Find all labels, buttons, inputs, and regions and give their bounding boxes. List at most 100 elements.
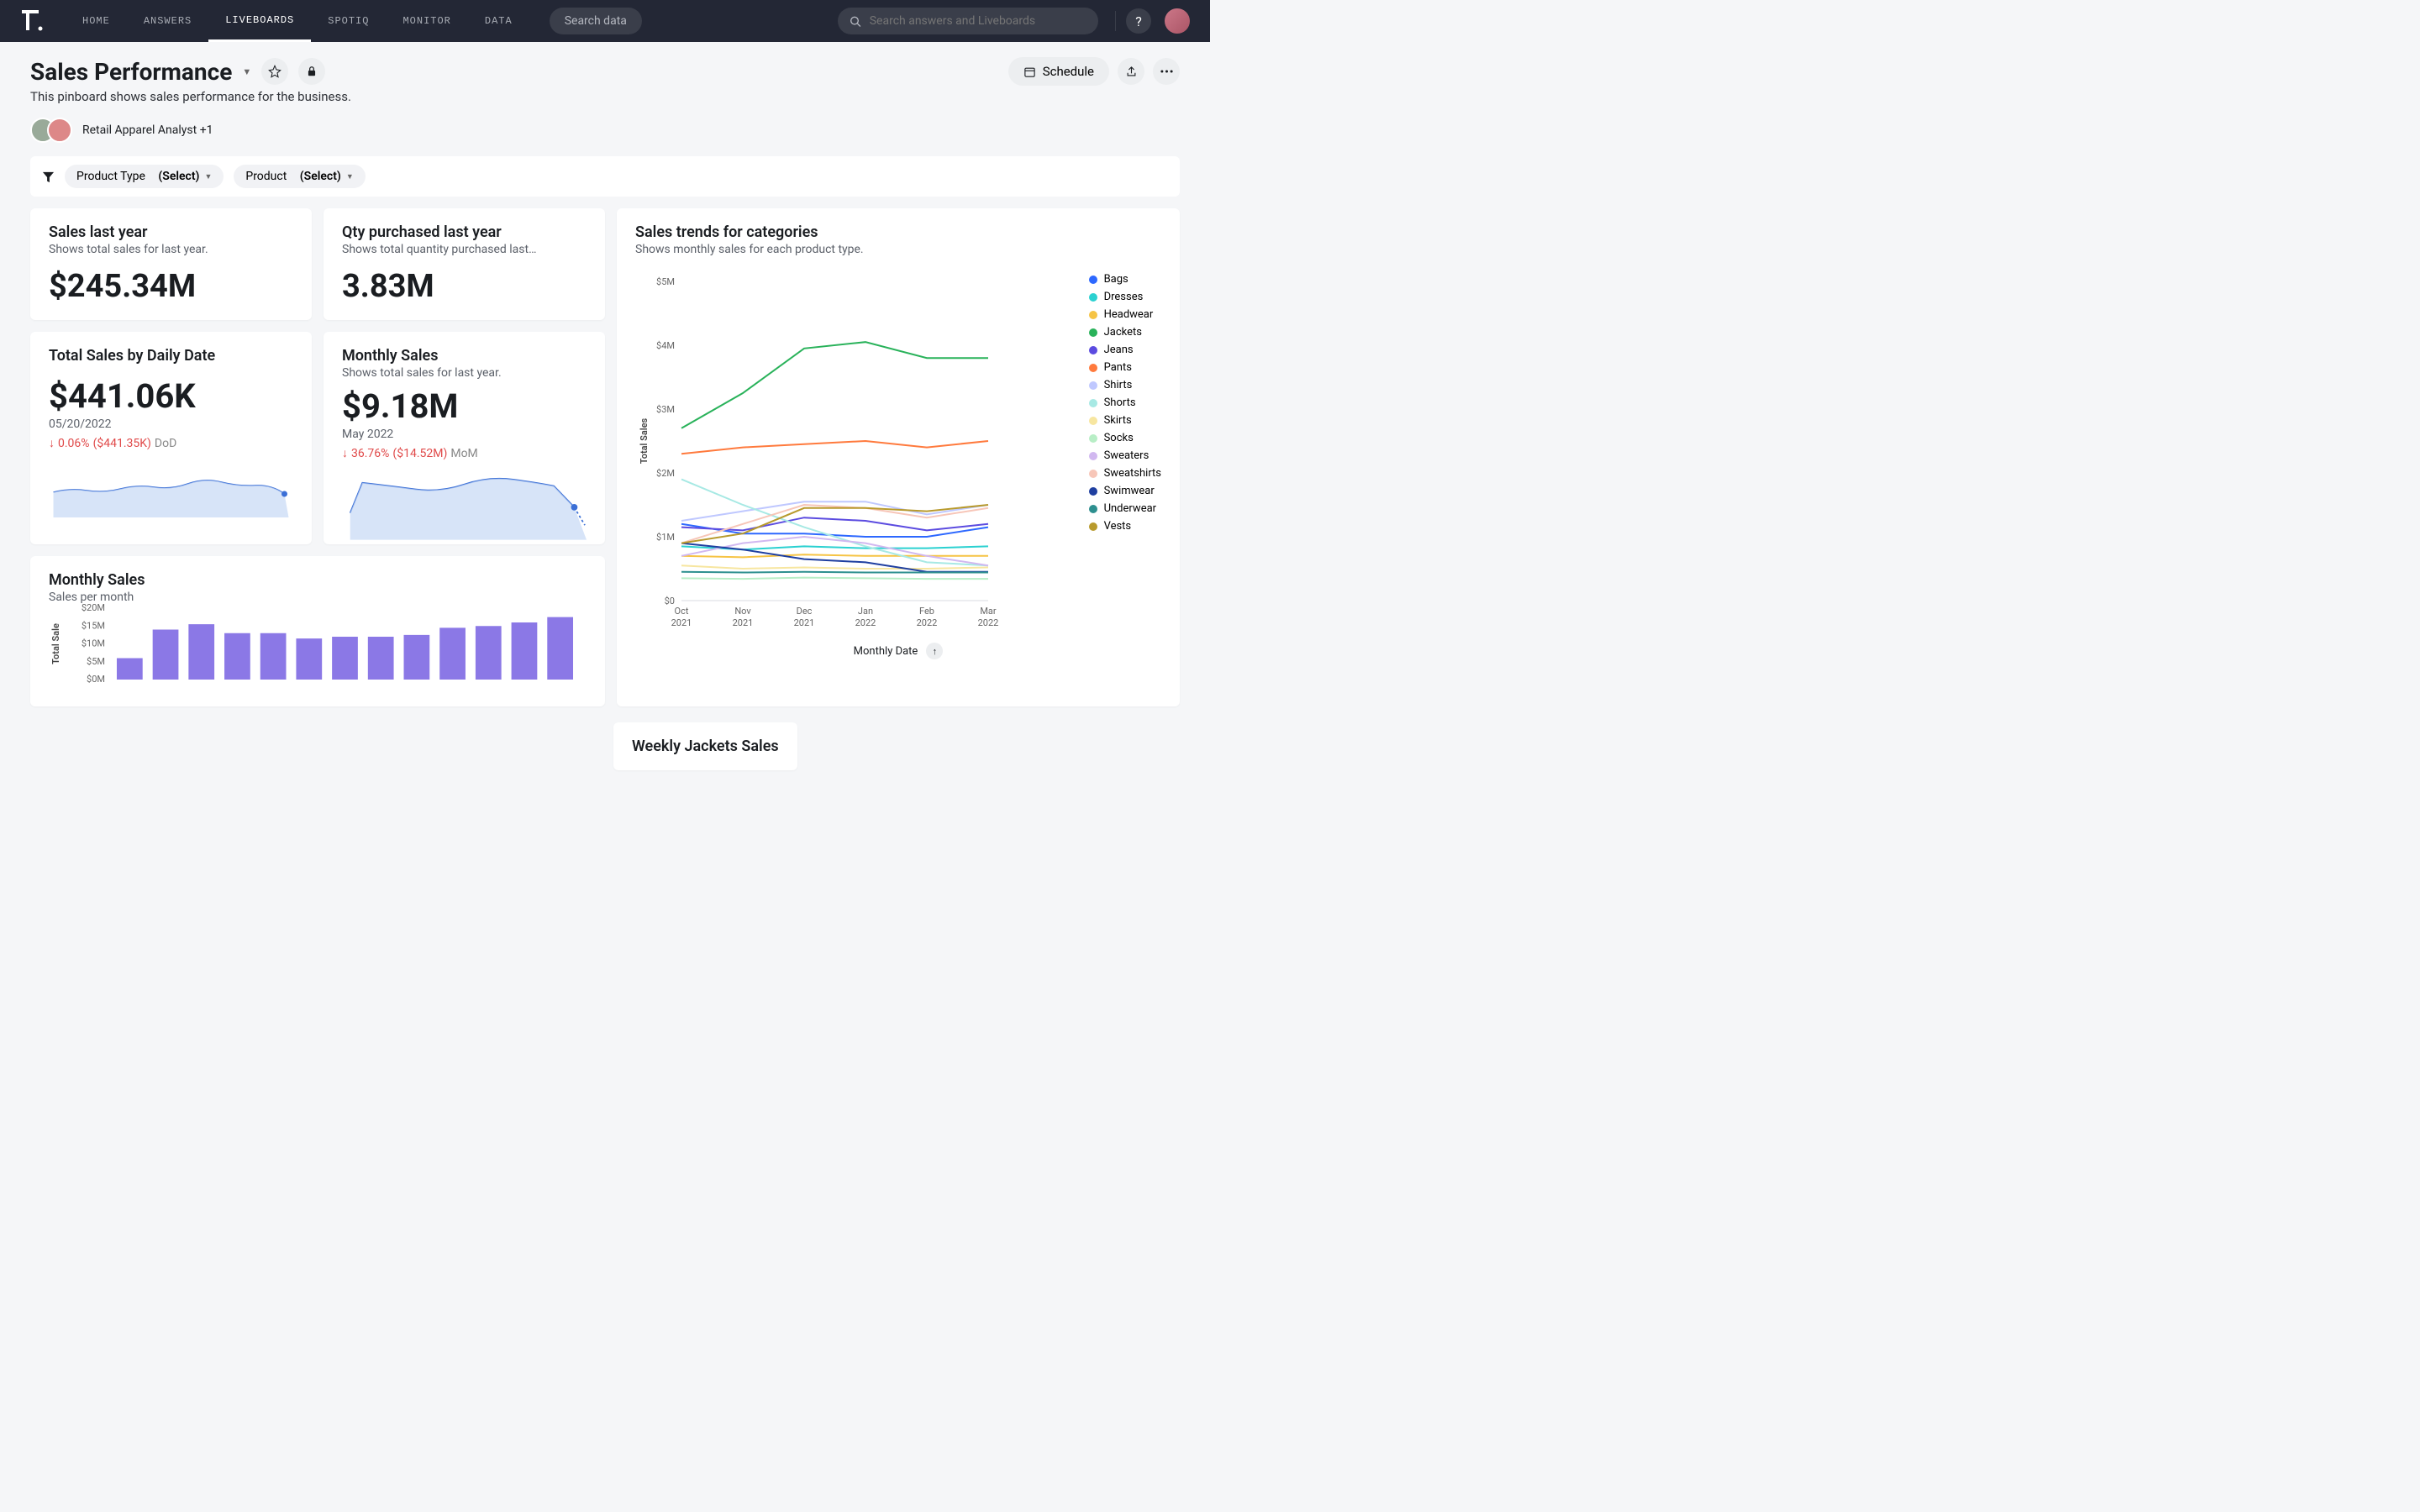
delta-percent: 36.76%: [351, 447, 389, 460]
card-title: Monthly Sales: [49, 571, 587, 589]
legend-label: Swimwear: [1104, 485, 1155, 497]
nav-monitor[interactable]: MONITOR: [386, 0, 467, 42]
avatar[interactable]: [47, 118, 72, 143]
card-subtitle: Shows monthly sales for each product typ…: [635, 243, 1161, 256]
schedule-label: Schedule: [1043, 64, 1094, 79]
svg-text:$10M: $10M: [82, 638, 105, 649]
card-subtitle: Shows total sales for last year.: [49, 243, 293, 256]
filter-name: Product Type: [76, 170, 145, 183]
legend-item[interactable]: Underwear: [1089, 502, 1161, 515]
help-button[interactable]: ?: [1126, 8, 1151, 34]
svg-text:2021: 2021: [733, 617, 754, 628]
legend-label: Sweaters: [1104, 449, 1150, 462]
legend-item[interactable]: Headwear: [1089, 308, 1161, 321]
svg-text:$15M: $15M: [82, 620, 105, 631]
legend-item[interactable]: Shirts: [1089, 379, 1161, 391]
filter-product[interactable]: Product (Select) ▼: [234, 165, 365, 188]
card-total-sales-daily[interactable]: Total Sales by Daily Date $441.06K 05/20…: [30, 332, 312, 544]
nav-liveboards[interactable]: LIVEBOARDS: [208, 0, 311, 42]
filter-value: (Select): [300, 170, 341, 183]
sparkline: [49, 459, 293, 517]
svg-text:2021: 2021: [671, 617, 692, 628]
sharer-avatars: [30, 118, 72, 143]
chevron-down-icon: ▼: [204, 172, 212, 181]
legend-item[interactable]: Jeans: [1089, 344, 1161, 356]
svg-text:Total Sales: Total Sales: [639, 417, 650, 464]
nav-answers[interactable]: ANSWERS: [127, 0, 208, 42]
kpi-date: 05/20/2022: [49, 417, 293, 431]
legend-item[interactable]: Swimwear: [1089, 485, 1161, 497]
delta-period: MoM: [450, 447, 477, 460]
card-sales-last-year[interactable]: Sales last year Shows total sales for la…: [30, 208, 312, 320]
legend-label: Pants: [1104, 361, 1132, 374]
lock-button[interactable]: [298, 58, 325, 85]
legend-item[interactable]: Sweaters: [1089, 449, 1161, 462]
nav-spotiq[interactable]: SPOTIQ: [311, 0, 386, 42]
legend-item[interactable]: Pants: [1089, 361, 1161, 374]
global-search-input[interactable]: [870, 14, 1086, 28]
legend-label: Underwear: [1104, 502, 1157, 515]
card-title: Weekly Jackets Sales: [632, 738, 779, 755]
card-subtitle: Shows total quantity purchased last…: [342, 243, 587, 256]
more-button[interactable]: [1153, 58, 1180, 85]
schedule-button[interactable]: Schedule: [1008, 57, 1109, 86]
svg-text:$5M: $5M: [656, 276, 675, 287]
legend-label: Jackets: [1104, 326, 1142, 339]
legend-item[interactable]: Shorts: [1089, 396, 1161, 409]
svg-text:$4M: $4M: [656, 340, 675, 351]
global-search[interactable]: [838, 8, 1098, 34]
arrow-up-icon: ↑: [933, 646, 938, 657]
svg-text:2022: 2022: [978, 617, 999, 628]
card-title: Sales last year: [49, 223, 293, 241]
legend-item[interactable]: Skirts: [1089, 414, 1161, 427]
svg-text:$20M: $20M: [82, 604, 105, 613]
delta-amount: ($441.35K): [93, 437, 151, 450]
card-sales-trends[interactable]: Sales trends for categories Shows monthl…: [617, 208, 1180, 706]
page-header: Sales Performance ▼ Schedule This pinboa…: [0, 42, 1210, 143]
nav-home[interactable]: HOME: [66, 0, 127, 42]
legend-label: Socks: [1104, 432, 1134, 444]
legend-label: Shorts: [1104, 396, 1136, 409]
x-axis-label: Monthly Date: [854, 645, 918, 658]
card-qty-last-year[interactable]: Qty purchased last year Shows total quan…: [324, 208, 605, 320]
title-dropdown-icon[interactable]: ▼: [242, 66, 251, 77]
kpi-value: $441.06K: [49, 376, 293, 416]
svg-text:Feb: Feb: [919, 606, 934, 617]
svg-text:$3M: $3M: [656, 404, 675, 415]
card-title: Monthly Sales: [342, 347, 587, 365]
filter-product-type[interactable]: Product Type (Select) ▼: [65, 165, 224, 188]
legend-item[interactable]: Vests: [1089, 520, 1161, 533]
search-data-button[interactable]: Search data: [550, 8, 642, 34]
svg-text:Dec: Dec: [797, 606, 813, 617]
search-icon: [850, 15, 861, 28]
svg-text:Mar: Mar: [980, 606, 997, 617]
kpi-value: $9.18M: [342, 386, 587, 426]
trends-chart: $0$1M$2M$3M$4M$5MTotal SalesOct2021Nov20…: [635, 273, 1089, 634]
page-title: Sales Performance: [30, 58, 232, 86]
card-title: Sales trends for categories: [635, 223, 1161, 241]
sharer-label: Retail Apparel Analyst +1: [82, 123, 213, 137]
kpi-delta: ↓ 36.76% ($14.52M) MoM: [342, 446, 587, 460]
sort-button[interactable]: ↑: [926, 643, 943, 659]
share-button[interactable]: [1118, 58, 1144, 85]
kpi-date: May 2022: [342, 428, 587, 441]
legend-item[interactable]: Dresses: [1089, 291, 1161, 303]
arrow-down-icon: ↓: [342, 446, 348, 460]
legend-item[interactable]: Socks: [1089, 432, 1161, 444]
legend-item[interactable]: Bags: [1089, 273, 1161, 286]
svg-text:Oct: Oct: [675, 606, 689, 617]
card-weekly-jackets[interactable]: Weekly Jackets Sales: [613, 722, 797, 770]
kpi-value: $245.34M: [49, 268, 293, 305]
card-monthly-sales-kpi[interactable]: Monthly Sales Shows total sales for last…: [324, 332, 605, 544]
legend-item[interactable]: Jackets: [1089, 326, 1161, 339]
favorite-button[interactable]: [261, 58, 288, 85]
svg-text:2022: 2022: [917, 617, 938, 628]
user-avatar[interactable]: [1165, 8, 1190, 34]
page-subtitle: This pinboard shows sales performance fo…: [30, 89, 1180, 104]
logo: [20, 8, 45, 34]
legend-item[interactable]: Sweatshirts: [1089, 467, 1161, 480]
card-monthly-sales-bars[interactable]: Monthly Sales Sales per month $0M$5M$10M…: [30, 556, 605, 706]
more-icon: [1160, 70, 1173, 73]
nav-data[interactable]: DATA: [468, 0, 529, 42]
top-nav: HOME ANSWERS LIVEBOARDS SPOTIQ MONITOR D…: [0, 0, 1210, 42]
